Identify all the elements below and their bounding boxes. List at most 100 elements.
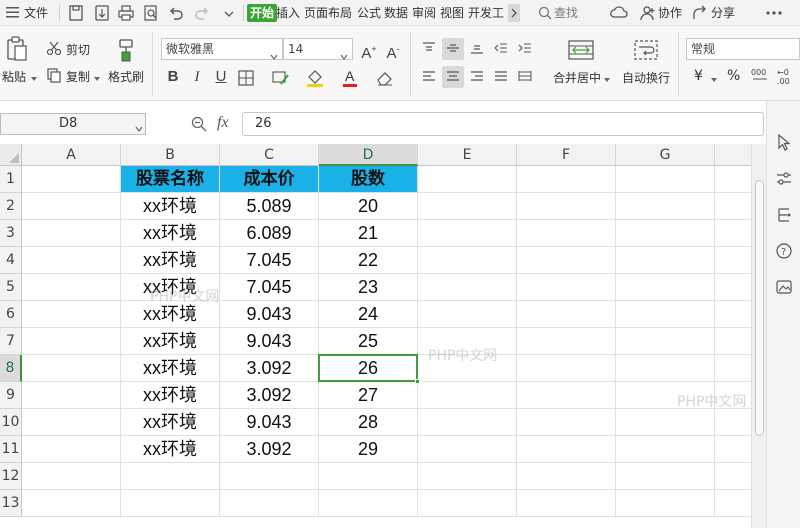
cell-e5[interactable]: [418, 274, 517, 301]
tab-formulas[interactable]: 公式: [357, 4, 381, 22]
row-header-7[interactable]: 7: [0, 328, 22, 355]
copy-button[interactable]: 复制: [66, 68, 90, 85]
cell-a13[interactable]: [22, 490, 121, 517]
eraser-icon[interactable]: [376, 70, 394, 86]
align-center-icon[interactable]: [442, 66, 464, 88]
cell-c6[interactable]: 9.043: [220, 301, 319, 328]
cell-f4[interactable]: [517, 247, 616, 274]
cell-g11[interactable]: [616, 436, 715, 463]
cell-h13[interactable]: [715, 490, 751, 517]
column-header-c[interactable]: C: [220, 144, 319, 166]
cell-a7[interactable]: [22, 328, 121, 355]
cell-h11[interactable]: [715, 436, 751, 463]
vertical-scrollbar[interactable]: [751, 144, 766, 528]
tab-home[interactable]: 开始: [247, 4, 278, 22]
decrease-indent-icon[interactable]: [490, 38, 512, 60]
cell-d1[interactable]: 股数: [319, 166, 418, 193]
redo-icon[interactable]: [193, 4, 211, 22]
file-menu[interactable]: 文件: [24, 4, 48, 22]
row-header-13[interactable]: 13: [0, 490, 22, 517]
cell-f13[interactable]: [517, 490, 616, 517]
cell-f12[interactable]: [517, 463, 616, 490]
cell-b13[interactable]: [121, 490, 220, 517]
cell-e11[interactable]: [418, 436, 517, 463]
collaborate-button[interactable]: 协作: [658, 4, 682, 22]
cell-g13[interactable]: [616, 490, 715, 517]
column-header-a[interactable]: A: [22, 144, 121, 166]
row-header-6[interactable]: 6: [0, 301, 22, 328]
cell-b3[interactable]: xx环境: [121, 220, 220, 247]
cell-c5[interactable]: 7.045: [220, 274, 319, 301]
cell-d7[interactable]: 25: [319, 328, 418, 355]
cell-b5[interactable]: xx环境: [121, 274, 220, 301]
paste-button[interactable]: 粘贴: [2, 68, 26, 85]
paste-icon[interactable]: [6, 36, 28, 62]
cell-b4[interactable]: xx环境: [121, 247, 220, 274]
filter-settings-icon[interactable]: [776, 171, 792, 187]
cell-c12[interactable]: [220, 463, 319, 490]
wrap-text-icon[interactable]: [634, 40, 658, 60]
cell-b8[interactable]: xx环境: [121, 355, 220, 382]
cell-c2[interactable]: 5.089: [220, 193, 319, 220]
format-painter-icon[interactable]: [116, 38, 138, 64]
cell-c1[interactable]: 成本价: [220, 166, 319, 193]
align-right-icon[interactable]: [466, 66, 488, 88]
wrap-text-button[interactable]: 自动换行: [622, 69, 670, 86]
cell-g4[interactable]: [616, 247, 715, 274]
row-header-10[interactable]: 10: [0, 409, 22, 436]
cell-a10[interactable]: [22, 409, 121, 436]
currency-dropdown-icon[interactable]: [710, 73, 718, 82]
formula-input[interactable]: 26: [242, 112, 764, 136]
justify-icon[interactable]: [490, 66, 512, 88]
tab-data[interactable]: 数据: [384, 4, 408, 22]
cell-g3[interactable]: [616, 220, 715, 247]
distributed-align-icon[interactable]: [514, 66, 536, 88]
cell-g10[interactable]: [616, 409, 715, 436]
merge-center-icon[interactable]: [568, 40, 594, 60]
cell-e9[interactable]: [418, 382, 517, 409]
cell-g7[interactable]: [616, 328, 715, 355]
cell-a8[interactable]: [22, 355, 121, 382]
merge-center-button[interactable]: 合并居中: [553, 69, 601, 86]
decrease-font-icon[interactable]: A-: [382, 38, 404, 62]
merge-dropdown-icon[interactable]: [603, 73, 611, 82]
cell-f9[interactable]: [517, 382, 616, 409]
search-icon[interactable]: [538, 6, 552, 20]
cell-c9[interactable]: 3.092: [220, 382, 319, 409]
cell-c10[interactable]: 9.043: [220, 409, 319, 436]
cell-d4[interactable]: 22: [319, 247, 418, 274]
export-pdf-icon[interactable]: [93, 4, 111, 22]
paste-dropdown-icon[interactable]: [30, 72, 38, 81]
search-button[interactable]: 查找: [554, 4, 578, 22]
cell-b9[interactable]: xx环境: [121, 382, 220, 409]
cell-h6[interactable]: [715, 301, 751, 328]
cell-f8[interactable]: [517, 355, 616, 382]
cell-e8[interactable]: [418, 355, 517, 382]
sheet-grid[interactable]: ABCDEFG 1 2 3 4 5 6 7 8 9 10 11 12 13 股票名称 成本价 股数 xx环境 5…: [0, 144, 751, 528]
tab-view[interactable]: 视图: [440, 4, 464, 22]
cell-f3[interactable]: [517, 220, 616, 247]
cell-b2[interactable]: xx环境: [121, 193, 220, 220]
hamburger-menu-icon[interactable]: [6, 6, 19, 18]
column-header-h[interactable]: [715, 144, 751, 166]
cell-g6[interactable]: [616, 301, 715, 328]
cell-f2[interactable]: [517, 193, 616, 220]
cell-h1[interactable]: [715, 166, 751, 193]
border-icon[interactable]: [238, 70, 254, 86]
italic-icon[interactable]: I: [186, 66, 208, 88]
quick-access-dropdown-icon[interactable]: [220, 4, 238, 22]
cell-g9[interactable]: [616, 382, 715, 409]
align-left-icon[interactable]: [418, 66, 440, 88]
select-pointer-icon[interactable]: [776, 133, 792, 151]
bold-icon[interactable]: B: [162, 66, 184, 88]
cell-f1[interactable]: [517, 166, 616, 193]
copy-dropdown-icon[interactable]: [93, 72, 101, 81]
cell-g2[interactable]: [616, 193, 715, 220]
properties-icon[interactable]: [776, 207, 792, 223]
tab-developer[interactable]: 开发工: [468, 4, 508, 22]
cell-c7[interactable]: 9.043: [220, 328, 319, 355]
row-header-2[interactable]: 2: [0, 193, 22, 220]
cell-e12[interactable]: [418, 463, 517, 490]
clear-style-icon[interactable]: [272, 70, 290, 86]
row-header-11[interactable]: 11: [0, 436, 22, 463]
